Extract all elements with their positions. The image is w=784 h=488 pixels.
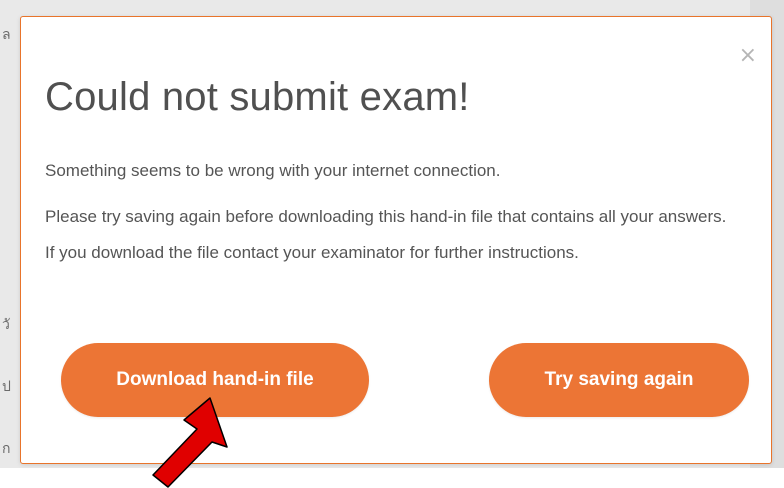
- background-text: ป: [2, 379, 11, 395]
- annotation-arrow-icon: [152, 397, 228, 488]
- page-bottom: [0, 468, 784, 488]
- background-text: ก: [2, 441, 11, 457]
- dialog-message: Something seems to be wrong with your in…: [45, 161, 501, 180]
- dialog-title: Could not submit exam!: [45, 75, 470, 119]
- dialog-instructions: Please try saving again before downloadi…: [45, 207, 727, 262]
- background-text: วั: [2, 317, 10, 333]
- close-icon[interactable]: ×: [739, 45, 757, 67]
- background-text: ล: [2, 27, 11, 43]
- try-saving-again-button[interactable]: Try saving again: [489, 343, 749, 417]
- error-dialog: × Could not submit exam! Something seems…: [20, 16, 772, 464]
